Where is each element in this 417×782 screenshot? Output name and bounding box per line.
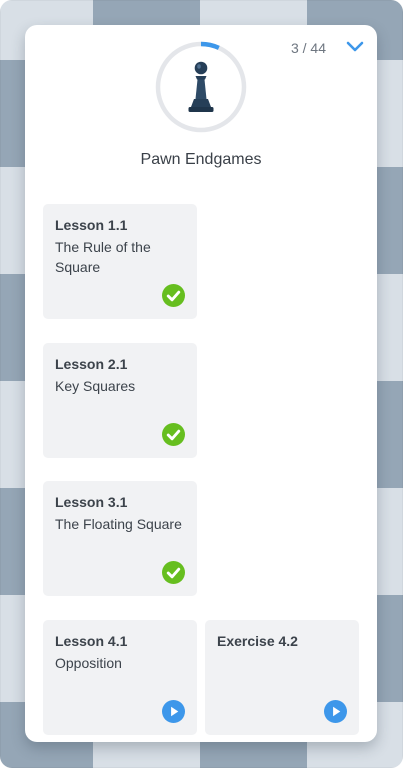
course-progress-ring: [155, 41, 247, 133]
course-title: Pawn Endgames: [140, 151, 262, 168]
lesson-name: Opposition: [55, 655, 122, 671]
lesson-tile[interactable]: Lesson 4.1 Opposition: [43, 620, 197, 735]
lesson-name: The Floating Square: [55, 516, 182, 532]
lesson-label: Lesson 2.1: [55, 356, 128, 372]
play-circle-icon[interactable]: [162, 700, 185, 723]
lesson-name: Key Squares: [55, 378, 136, 394]
chevron-down-icon[interactable]: [346, 39, 364, 53]
lesson-tile[interactable]: Lesson 1.1 The Rule of the Square: [43, 204, 197, 319]
pawn-icon: [188, 61, 214, 112]
play-circle-icon[interactable]: [324, 700, 347, 723]
lesson-label: Lesson 1.1: [55, 217, 128, 233]
lesson-label: Lesson 4.1: [55, 633, 128, 649]
check-circle-icon: [162, 423, 185, 446]
lesson-label: Lesson 3.1: [55, 494, 128, 510]
lesson-progress-count: 3 / 44: [290, 40, 326, 56]
check-circle-icon: [162, 561, 185, 584]
course-card: 3 / 44 Pawn Endgames Lesson 1.1 The Rule…: [25, 25, 377, 742]
exercise-tile[interactable]: Exercise 4.2: [205, 620, 359, 735]
lesson-tile[interactable]: Lesson 2.1 Key Squares: [43, 343, 197, 458]
lesson-name: The Rule of the Square: [55, 239, 151, 275]
lesson-tile[interactable]: Lesson 3.1 The Floating Square: [43, 481, 197, 596]
exercise-label: Exercise 4.2: [217, 633, 298, 649]
check-circle-icon: [162, 284, 185, 307]
